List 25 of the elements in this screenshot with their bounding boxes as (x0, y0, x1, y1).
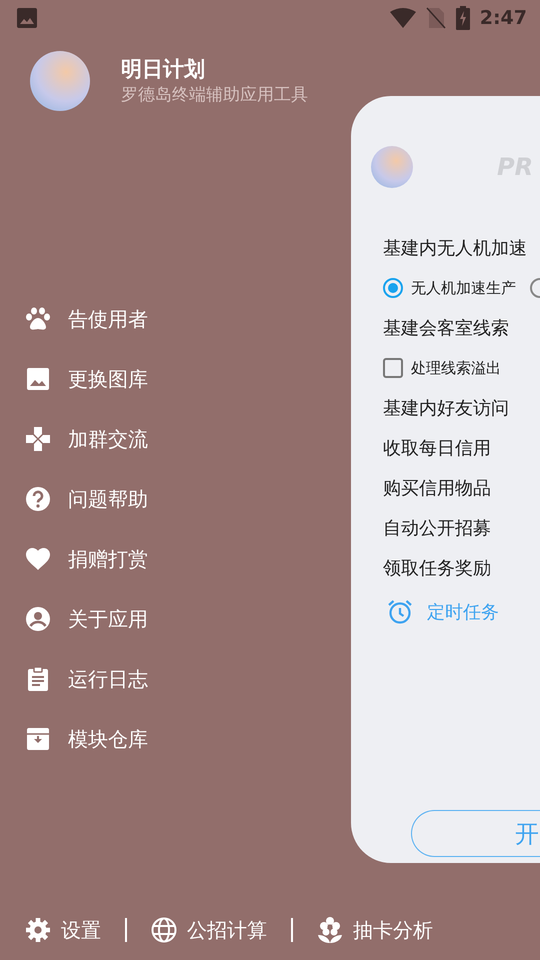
bottom-bar-item[interactable]: 设置 (25, 916, 101, 944)
menu-item[interactable]: 模块仓库 (0, 709, 330, 769)
start-button[interactable]: 开 (411, 810, 540, 857)
task-label: 基建内无人机加速 (383, 237, 527, 260)
scheduled-task-link[interactable]: 定时任务 (427, 600, 499, 624)
menu-item[interactable]: 捐赠打赏 (0, 529, 330, 589)
task-label: 购买信用物品 (383, 477, 491, 500)
menu-item[interactable]: 加群交流 (0, 409, 330, 469)
bottom-bar-item[interactable]: 抽卡分析 (317, 916, 433, 944)
menu-item[interactable]: 告使用者 (0, 289, 330, 349)
app-title: 明日计划 (121, 56, 206, 83)
task-label: 收取每日信用 (383, 437, 491, 460)
menu-item[interactable]: 问题帮助 (0, 469, 330, 529)
app-subtitle: 罗德岛终端辅助应用工具 (121, 84, 308, 107)
clock-time: 2:47 (480, 7, 527, 29)
option-label: 无人机加速生产 (411, 278, 516, 298)
option-label: 处理线索溢出 (411, 358, 501, 378)
task-label: 基建内好友访问 (383, 397, 509, 420)
menu-item[interactable]: 关于应用 (0, 589, 330, 649)
bottom-bar-item[interactable]: 公招计算 (151, 916, 267, 944)
task-label: 基建会客室线索 (383, 317, 509, 340)
task-label: 自动公开招募 (383, 517, 491, 540)
menu-item[interactable]: 更换图库 (0, 349, 330, 409)
task-label: 领取任务奖励 (383, 557, 491, 580)
menu-item[interactable]: 运行日志 (0, 649, 330, 709)
